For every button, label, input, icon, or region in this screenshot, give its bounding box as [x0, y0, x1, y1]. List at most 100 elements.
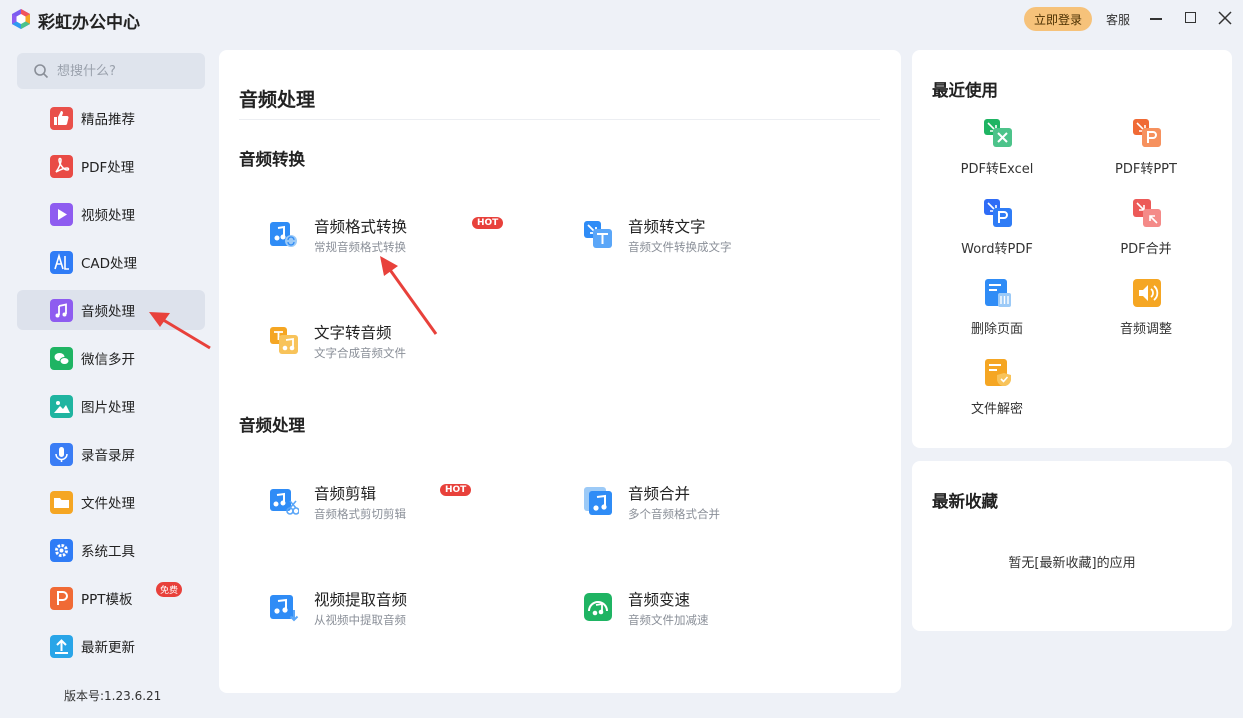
page-title: 音频处理: [239, 89, 316, 111]
audio-to-text-icon: [584, 221, 612, 248]
cad-icon: [50, 250, 73, 274]
sidebar-item-label: 精品推荐: [81, 112, 135, 128]
video-extract-audio-icon: [270, 595, 299, 622]
microphone-icon: [50, 442, 73, 466]
title-bar: 彩虹办公中心 立即登录 客服: [0, 0, 1243, 38]
sidebar-item-microphone[interactable]: 录音录屏: [17, 434, 205, 474]
sidebar-item-label: 系统工具: [81, 544, 135, 560]
maximize-icon[interactable]: [1185, 12, 1196, 23]
login-button[interactable]: 立即登录: [1024, 7, 1092, 31]
recent-label: Word转PDF: [961, 242, 1033, 257]
customer-service-link[interactable]: 客服: [1106, 11, 1130, 28]
folder-icon: [50, 490, 73, 514]
file-decrypt-icon: [985, 359, 1011, 387]
sidebar-item-label: 微信多开: [81, 352, 135, 368]
sidebar-item-pdf[interactable]: PDF处理: [17, 146, 205, 186]
sidebar-item-music[interactable]: 音频处理: [17, 290, 205, 330]
tool-desc: 从视频中提取音频: [314, 613, 406, 627]
minimize-icon[interactable]: [1150, 18, 1162, 20]
tool-text-to-audio[interactable]: 文字转音频 文字合成音频文件: [269, 321, 549, 365]
recent-item-audio-adjust[interactable]: 音频调整: [1072, 278, 1220, 348]
sidebar-item-play[interactable]: 视频处理: [17, 194, 205, 234]
sidebar-item-label: PDF处理: [81, 160, 135, 176]
hot-badge: HOT: [472, 217, 504, 229]
sidebar-item-label: 最新更新: [81, 640, 135, 656]
sidebar-item-wechat[interactable]: 微信多开: [17, 338, 205, 378]
favorites-empty-text: 暂无[最新收藏]的应用: [1008, 556, 1136, 571]
title-divider: [239, 119, 880, 120]
recent-item-pdf-to-ppt[interactable]: PDF转PPT: [1072, 118, 1220, 188]
version-label: 版本号:1.23.6.21: [64, 689, 162, 703]
audio-speed-icon: [584, 593, 612, 621]
tool-audio-speed[interactable]: 音频变速 音频文件加减速: [583, 588, 863, 632]
tool-name: 音频转文字: [628, 218, 706, 236]
audio-merge-icon: [584, 487, 612, 515]
word-to-pdf-icon: [984, 199, 1012, 227]
sidebar-item-gear[interactable]: 系统工具: [17, 530, 205, 570]
recent-label: 文件解密: [970, 402, 1023, 417]
tool-name: 音频格式转换: [314, 218, 408, 236]
sidebar-item-cad[interactable]: CAD处理: [17, 242, 205, 282]
recent-label: 删除页面: [970, 322, 1023, 337]
gear-icon: [50, 538, 73, 562]
free-badge: 免费: [156, 582, 183, 597]
play-icon: [50, 202, 73, 226]
search-input[interactable]: [57, 63, 197, 79]
recent-item-word-to-pdf[interactable]: Word转PDF: [923, 198, 1071, 268]
pdf-icon: [50, 154, 73, 178]
thumbs-up-icon: [50, 106, 73, 130]
image-icon: [50, 394, 73, 418]
section-title-audio-processing: 音频处理: [239, 416, 305, 435]
favorites-panel: 最新收藏 暂无[最新收藏]的应用: [912, 461, 1232, 631]
sidebar-item-label: 文件处理: [81, 496, 135, 512]
tool-name: 音频剪辑: [314, 485, 377, 503]
wechat-icon: [50, 346, 73, 370]
close-icon[interactable]: [1218, 11, 1232, 25]
recent-label: PDF转Excel: [960, 162, 1034, 177]
tool-audio-merge[interactable]: 音频合并 多个音频格式合并: [583, 482, 863, 526]
pdf-to-excel-icon: [984, 119, 1012, 147]
upload-icon: [50, 634, 73, 658]
sidebar-item-image[interactable]: 图片处理: [17, 386, 205, 426]
main-panel: 音频处理 音频转换 音频格式转换 HOT 常规音频格式转换 音频转文字 音频文件…: [219, 50, 901, 693]
sidebar-item-folder[interactable]: 文件处理: [17, 482, 205, 522]
tool-name: 音频变速: [628, 591, 691, 609]
tool-name: 音频合并: [628, 485, 691, 503]
tool-audio-cut[interactable]: 音频剪辑 HOT 音频格式剪切剪辑: [269, 482, 549, 526]
rainbow-logo-icon: [12, 9, 30, 29]
audio-cut-icon: [270, 489, 299, 515]
recent-title: 最近使用: [932, 81, 998, 100]
sidebar-item-label: 图片处理: [81, 400, 135, 416]
tool-desc: 音频格式剪切剪辑: [314, 507, 406, 521]
tool-video-extract-audio[interactable]: 视频提取音频 从视频中提取音频: [269, 588, 549, 632]
search-box[interactable]: [17, 53, 205, 89]
sidebar-item-upload[interactable]: 最新更新: [17, 626, 205, 666]
music-icon: [50, 298, 73, 322]
tool-audio-to-text[interactable]: 音频转文字 音频文件转换成文字: [583, 215, 863, 259]
tool-desc: 多个音频格式合并: [628, 507, 720, 521]
tool-name: 文字转音频: [314, 324, 392, 342]
recent-panel: 最近使用 PDF转Excel PDF转PPT Word转PDF PDF合并 删除…: [912, 50, 1232, 448]
tool-name: 视频提取音频: [314, 591, 408, 609]
recent-label: PDF转PPT: [1115, 162, 1177, 177]
audio-adjust-icon: [1133, 279, 1161, 307]
recent-label: 音频调整: [1119, 322, 1172, 337]
pdf-to-ppt-icon: [1133, 119, 1161, 147]
sidebar-item-label: CAD处理: [81, 256, 138, 272]
sidebar-item-label: 录音录屏: [81, 448, 135, 464]
sidebar-item-ppt[interactable]: PPT模板 免费: [17, 578, 205, 618]
app-title: 彩虹办公中心: [38, 13, 140, 33]
tool-desc: 常规音频格式转换: [314, 240, 406, 254]
recent-item-pdf-to-excel[interactable]: PDF转Excel: [923, 118, 1071, 188]
tool-desc: 音频文件转换成文字: [628, 240, 732, 254]
tool-audio-format-convert[interactable]: 音频格式转换 HOT 常规音频格式转换: [269, 215, 549, 259]
recent-item-file-decrypt[interactable]: 文件解密: [923, 358, 1071, 428]
ppt-icon: [50, 586, 73, 610]
sidebar-item-thumbs-up[interactable]: 精品推荐: [17, 98, 205, 138]
recent-item-delete-page[interactable]: 删除页面: [923, 278, 1071, 348]
tool-desc: 文字合成音频文件: [314, 346, 406, 360]
delete-page-icon: [985, 279, 1011, 307]
recent-item-pdf-merge[interactable]: PDF合并: [1072, 198, 1220, 268]
section-title-audio-convert: 音频转换: [239, 150, 305, 169]
sidebar-item-label: PPT模板: [81, 592, 133, 608]
